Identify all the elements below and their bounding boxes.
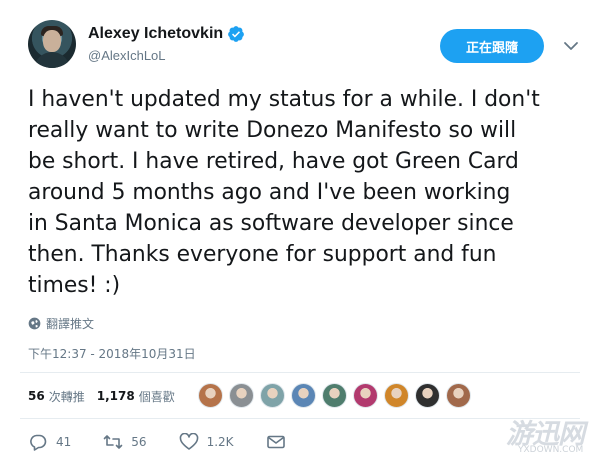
direct-message-button[interactable]	[266, 433, 294, 451]
retweet-icon	[103, 435, 123, 449]
avatar-shirt	[34, 52, 70, 68]
reply-count: 41	[56, 435, 72, 449]
tweet-text-line: I haven't updated my status for a while.…	[28, 87, 540, 112]
liker-avatar[interactable]	[198, 383, 223, 408]
envelope-icon	[266, 435, 285, 449]
globe-icon	[28, 317, 41, 330]
retweets-stat[interactable]: 56 次轉推	[28, 388, 85, 405]
retweet-count: 56	[131, 435, 147, 449]
tweet-text: I haven't updated my status for a while.…	[28, 84, 588, 301]
liker-avatar[interactable]	[446, 383, 471, 408]
tweet-text-line: really want to write Donezo Manifesto so…	[28, 118, 517, 143]
tweet-stats: 56 次轉推 1,178 個喜歡	[28, 382, 187, 410]
liker-avatar[interactable]	[229, 383, 254, 408]
watermark: 游迅网 YXDOWN.COM	[498, 412, 598, 462]
translate-label[interactable]: 翻譯推文	[46, 315, 94, 332]
tweet-timestamp[interactable]: 下午12:37 - 2018年10月31日	[28, 345, 196, 362]
following-button[interactable]: 正在跟隨	[440, 29, 544, 63]
liker-avatar[interactable]	[322, 383, 347, 408]
liker-avatar[interactable]	[291, 383, 316, 408]
divider	[20, 372, 580, 373]
liker-avatar[interactable]	[415, 383, 440, 408]
liker-avatar[interactable]	[384, 383, 409, 408]
like-count: 1.2K	[206, 435, 234, 449]
likes-label: 個喜歡	[138, 389, 175, 404]
liker-avatar[interactable]	[353, 383, 378, 408]
chevron-down-icon[interactable]	[562, 37, 580, 55]
reply-icon	[30, 434, 47, 451]
liker-avatars	[198, 383, 477, 409]
tweet-text-line: in Santa Monica as software developer si…	[28, 211, 514, 236]
watermark-url: YXDOWN.COM	[518, 445, 584, 455]
tweet-text-line: around 5 months ago and I've been workin…	[28, 180, 511, 205]
divider	[20, 418, 580, 419]
like-button[interactable]: 1.2K	[179, 433, 234, 451]
retweets-label: 次轉推	[48, 389, 85, 404]
tweet-card: Alexey Ichetovkin @AlexIchLoL 正在跟隨 I hav…	[0, 0, 600, 462]
likes-count: 1,178	[96, 389, 135, 403]
tweet-actions: 41 56 1.2K	[28, 430, 326, 454]
tweet-header: Alexey Ichetovkin @AlexIchLoL 正在跟隨	[28, 20, 588, 72]
author-display-name[interactable]: Alexey Ichetovkin	[88, 25, 223, 43]
liker-avatar[interactable]	[260, 383, 285, 408]
heart-icon	[179, 433, 198, 450]
tweet-text-line: times! :)	[28, 273, 121, 298]
retweet-button[interactable]: 56	[103, 433, 147, 451]
reply-button[interactable]: 41	[28, 433, 71, 451]
avatar-face	[43, 30, 61, 52]
author-avatar[interactable]	[28, 20, 76, 68]
tweet-text-line: be short. I have retired, have got Green…	[28, 149, 519, 174]
retweets-count: 56	[28, 389, 45, 403]
verified-badge-icon	[228, 26, 245, 42]
tweet-text-line: then. Thanks everyone for support and fu…	[28, 242, 497, 267]
likes-stat[interactable]: 1,178 個喜歡	[97, 388, 175, 405]
translate-tweet-link[interactable]: 翻譯推文	[28, 315, 94, 332]
author-handle[interactable]: @AlexIchLoL	[88, 48, 166, 63]
author-name-row[interactable]: Alexey Ichetovkin	[88, 23, 245, 45]
